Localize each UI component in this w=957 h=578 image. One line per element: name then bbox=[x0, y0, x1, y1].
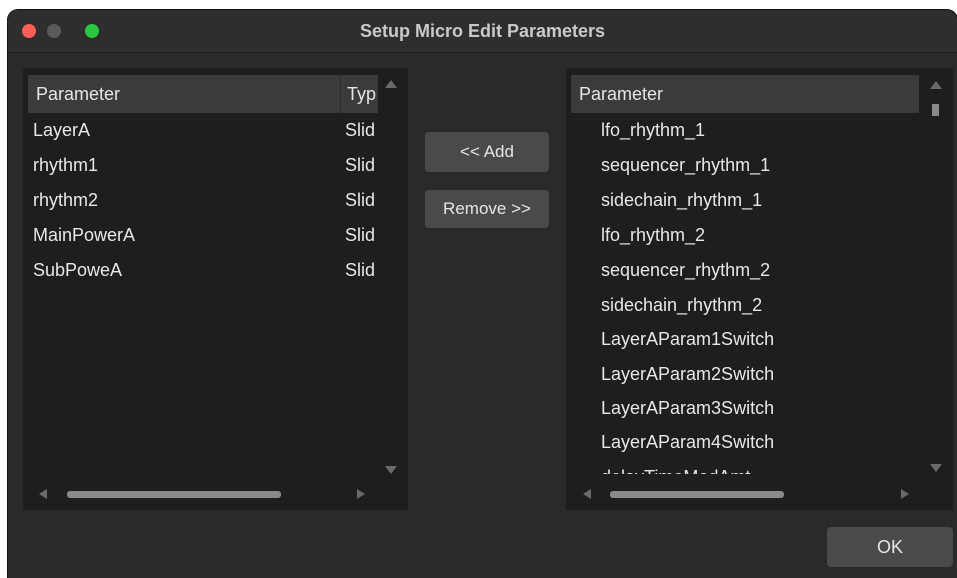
list-item[interactable]: lfo_rhythm_1 bbox=[601, 120, 705, 141]
vertical-scroll-thumb[interactable] bbox=[932, 104, 939, 116]
row-parameter-type: Slid bbox=[345, 120, 376, 140]
list-item[interactable]: sequencer_rhythm_1 bbox=[601, 155, 770, 176]
column-header-parameter[interactable]: Parameter bbox=[571, 75, 919, 113]
ok-button[interactable]: OK bbox=[827, 527, 953, 567]
list-item[interactable]: LayerAParam2Switch bbox=[601, 364, 774, 385]
remove-button[interactable]: Remove >> bbox=[425, 190, 549, 228]
scroll-right-arrow-icon[interactable] bbox=[901, 489, 909, 499]
available-parameters-list[interactable]: Parameter lfo_rhythm_1 sequencer_rhythm_… bbox=[566, 68, 953, 510]
column-header-type-label: Typ bbox=[347, 84, 377, 104]
column-header-parameter-label: Parameter bbox=[36, 84, 121, 104]
selected-parameters-list[interactable]: Parameter Typ LayerA Slid rhythm1 Slid r… bbox=[23, 68, 408, 510]
list-item[interactable]: LayerAParam1Switch bbox=[601, 329, 774, 350]
list-item[interactable]: sidechain_rhythm_1 bbox=[601, 190, 762, 211]
row-parameter-type: Slid bbox=[345, 225, 376, 245]
row-parameter-name: rhythm1 bbox=[33, 155, 99, 175]
horizontal-scroll-thumb[interactable] bbox=[610, 491, 784, 498]
row-parameter-name: SubPoweA bbox=[33, 260, 123, 280]
window-title: Setup Micro Edit Parameters bbox=[359, 21, 606, 41]
scroll-down-arrow-icon[interactable] bbox=[385, 466, 397, 474]
list-item[interactable]: LayerAParam4Switch bbox=[601, 432, 774, 453]
list-item[interactable]: delayTimeModAmt bbox=[601, 467, 750, 474]
list-item[interactable]: sequencer_rhythm_2 bbox=[601, 260, 770, 281]
add-button[interactable]: << Add bbox=[425, 132, 549, 172]
column-header-type[interactable]: Typ bbox=[341, 75, 378, 113]
scroll-up-arrow-icon[interactable] bbox=[930, 81, 942, 89]
row-parameter-type: Slid bbox=[345, 260, 376, 280]
column-header-parameter-label: Parameter bbox=[579, 84, 664, 104]
scroll-left-arrow-icon[interactable] bbox=[39, 489, 47, 499]
scroll-left-arrow-icon[interactable] bbox=[583, 489, 591, 499]
row-parameter-name: LayerA bbox=[33, 120, 91, 140]
title-bar: Setup Micro Edit Parameters bbox=[8, 10, 957, 53]
horizontal-scroll-thumb[interactable] bbox=[67, 491, 281, 498]
column-header-parameter[interactable]: Parameter bbox=[28, 75, 340, 113]
scroll-down-arrow-icon[interactable] bbox=[930, 464, 942, 472]
scroll-right-arrow-icon[interactable] bbox=[357, 489, 365, 499]
right-list-viewport: lfo_rhythm_1 sequencer_rhythm_1 sidechai… bbox=[566, 113, 926, 474]
row-parameter-name: MainPowerA bbox=[33, 225, 136, 245]
list-item[interactable]: lfo_rhythm_2 bbox=[601, 225, 705, 246]
list-item[interactable]: sidechain_rhythm_2 bbox=[601, 295, 762, 316]
row-parameter-type: Slid bbox=[345, 190, 376, 210]
list-item[interactable]: LayerAParam3Switch bbox=[601, 398, 774, 419]
scroll-up-arrow-icon[interactable] bbox=[385, 80, 397, 88]
row-parameter-type: Slid bbox=[345, 155, 376, 175]
dialog-window: Setup Micro Edit Parameters Parameter Ty… bbox=[8, 10, 957, 578]
row-parameter-name: rhythm2 bbox=[33, 190, 99, 210]
